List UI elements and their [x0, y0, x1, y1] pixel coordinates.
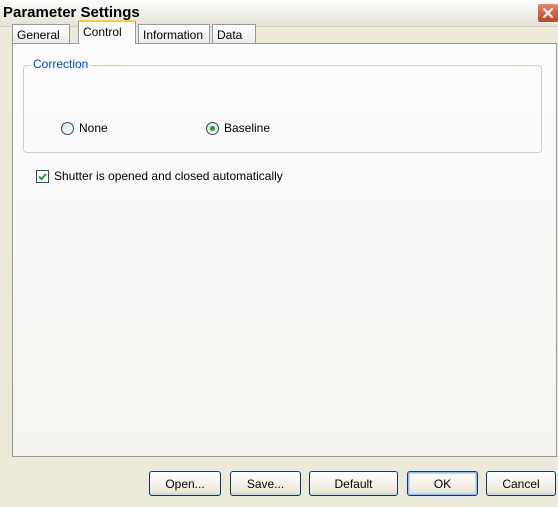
- correction-group: [23, 65, 542, 153]
- shutter-checkbox[interactable]: [36, 170, 49, 183]
- save-button[interactable]: Save...: [230, 471, 301, 496]
- checkmark-icon: [38, 173, 47, 181]
- tab-general-label: General: [17, 28, 60, 42]
- correction-group-title: Correction: [31, 57, 91, 71]
- radio-baseline-label: Baseline: [224, 121, 271, 135]
- tab-information[interactable]: Information: [138, 24, 210, 43]
- open-button[interactable]: Open...: [149, 471, 221, 496]
- tab-data[interactable]: Data: [212, 24, 256, 43]
- tab-general[interactable]: General: [12, 24, 70, 43]
- tab-control[interactable]: Control: [78, 20, 136, 44]
- tab-data-label: Data: [217, 28, 243, 42]
- default-button[interactable]: Default: [309, 471, 398, 496]
- radio-baseline[interactable]: [206, 122, 219, 135]
- radio-none-label: None: [79, 121, 108, 135]
- close-button[interactable]: [537, 3, 558, 23]
- ok-button[interactable]: OK: [407, 471, 478, 496]
- shutter-label: Shutter is opened and closed automatical…: [54, 169, 283, 183]
- radio-none[interactable]: [61, 122, 74, 135]
- radio-selected-dot: [210, 126, 215, 131]
- cancel-button[interactable]: Cancel: [486, 471, 556, 496]
- window-title: Parameter Settings: [3, 4, 140, 21]
- close-icon: [542, 7, 554, 19]
- tab-information-label: Information: [143, 28, 204, 42]
- tab-control-label: Control: [83, 25, 122, 39]
